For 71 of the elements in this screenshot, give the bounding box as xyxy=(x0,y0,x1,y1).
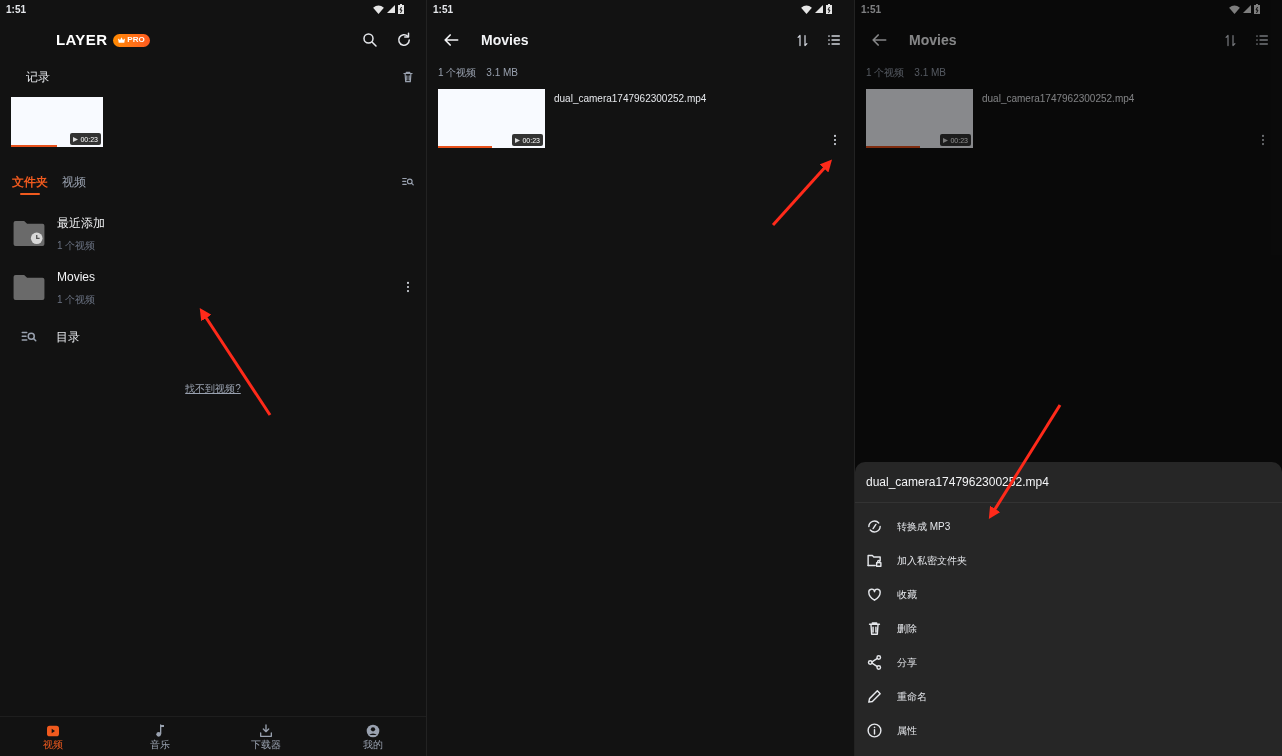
directory-row[interactable]: 目录 xyxy=(0,321,426,353)
signal-icon xyxy=(1243,5,1251,13)
folder-row[interactable]: Movies 1 个视频 xyxy=(0,265,426,309)
tab[interactable]: 视频 xyxy=(62,169,86,195)
screen-title: Movies xyxy=(481,30,529,50)
folder-name: Movies xyxy=(57,268,96,286)
sort-button[interactable] xyxy=(795,32,810,48)
view-mode-button[interactable] xyxy=(826,32,842,48)
menu-item[interactable]: 收藏 xyxy=(855,577,1282,611)
menu-item[interactable]: 属性 xyxy=(855,713,1282,747)
pencil-icon xyxy=(866,687,883,705)
video-filename: dual_camera1747962300252.mp4 xyxy=(554,92,708,106)
battery-icon xyxy=(398,4,404,14)
screen-title: Movies xyxy=(909,30,957,50)
heart-icon xyxy=(866,585,883,603)
folder-icon xyxy=(12,273,46,301)
nav-item[interactable]: 我的 xyxy=(319,717,426,756)
download-icon xyxy=(258,723,275,739)
user-icon xyxy=(364,723,381,739)
clear-history-button[interactable] xyxy=(401,70,415,84)
filter-button[interactable] xyxy=(401,175,415,189)
trash-icon xyxy=(866,619,883,637)
sort-icon xyxy=(1223,32,1238,48)
menu-item[interactable]: 加入私密文件夹 xyxy=(855,543,1282,577)
battery-icon xyxy=(826,4,832,14)
help-link[interactable]: 找不到视频? xyxy=(185,381,241,396)
nav-item[interactable]: 视频 xyxy=(0,717,107,756)
folder-size: 3.1 MB xyxy=(486,65,519,80)
menu-item[interactable]: 转换成 MP3 xyxy=(855,509,1282,543)
annotation-arrow xyxy=(771,159,832,226)
wifi-icon xyxy=(801,4,812,14)
filter-search-icon xyxy=(401,175,415,189)
video-count: 1 个视频 xyxy=(438,65,477,80)
convert-icon xyxy=(866,517,883,535)
menu-item[interactable]: 重命名 xyxy=(855,679,1282,713)
battery-icon xyxy=(1254,4,1260,14)
folder-name: 最近添加 xyxy=(57,214,106,232)
crown-icon xyxy=(118,37,126,43)
video-count: 1 个视频 xyxy=(866,65,905,80)
menu-item[interactable]: 删除 xyxy=(855,611,1282,645)
wifi-icon xyxy=(1229,4,1240,14)
list-icon xyxy=(1254,32,1270,48)
info-icon xyxy=(866,721,883,739)
play-icon xyxy=(515,137,521,143)
folder-row[interactable]: 最近添加 1 个视频 xyxy=(0,211,426,255)
video-count: 1 个视频 xyxy=(57,238,97,253)
play-icon xyxy=(45,723,62,739)
tab[interactable]: 文件夹 xyxy=(12,169,48,195)
video-filename: dual_camera1747962300252.mp4 xyxy=(982,92,1136,106)
share-icon xyxy=(866,653,883,671)
play-icon xyxy=(73,136,79,142)
list-icon xyxy=(826,32,842,48)
video-count: 1 个视频 xyxy=(57,292,97,307)
status-time: 1:51 xyxy=(861,2,881,17)
signal-icon xyxy=(815,5,823,13)
wifi-icon xyxy=(373,4,384,14)
recent-folder-icon xyxy=(12,219,46,247)
section-title: 记录 xyxy=(26,69,50,86)
refresh-icon xyxy=(395,31,413,49)
nav-item[interactable]: 下载器 xyxy=(213,717,320,756)
menu-item[interactable]: 分享 xyxy=(855,645,1282,679)
app-logo: LAYER xyxy=(56,29,108,50)
nav-item[interactable]: 音乐 xyxy=(106,717,213,756)
trash-icon xyxy=(401,70,415,84)
search-icon xyxy=(361,31,379,49)
play-icon xyxy=(943,137,949,143)
sort-icon xyxy=(795,32,810,48)
status-time: 1:51 xyxy=(433,2,453,17)
folder-size: 3.1 MB xyxy=(914,65,947,80)
signal-icon xyxy=(387,5,395,13)
status-time: 1:51 xyxy=(6,2,26,17)
